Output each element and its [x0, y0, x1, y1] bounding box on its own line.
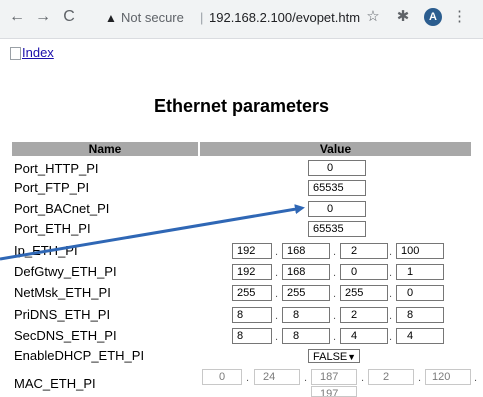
gateway-dot: . [333, 267, 337, 279]
ip-dot: . [333, 246, 337, 258]
netmask-dot: . [275, 288, 279, 300]
netmask-octet-1[interactable]: 255 [232, 285, 272, 301]
reload-icon[interactable]: C [60, 8, 78, 26]
ip-octet-3[interactable]: 2 [340, 243, 388, 259]
dhcp-select[interactable]: FALSE ▼ [308, 349, 360, 363]
security-status[interactable]: Not secure [121, 6, 184, 30]
netmask-dot: . [333, 288, 337, 300]
port-bacnet-input[interactable]: 0 [308, 201, 366, 217]
secdns-octet-3[interactable]: 4 [340, 328, 388, 344]
secdns-dot: . [389, 331, 393, 343]
label-secdns: SecDNS_ETH_PI [14, 328, 117, 343]
menu-icon[interactable]: ⋮ [452, 8, 467, 26]
mac-byte-4[interactable]: 2 [368, 369, 414, 385]
pridns-octet-4[interactable]: 8 [396, 307, 444, 323]
url-text[interactable]: 192.168.2.100/evopet.htm [209, 6, 360, 30]
label-port-eth: Port_ETH_PI [14, 221, 91, 236]
mac-dot: . [474, 372, 478, 384]
index-link[interactable]: Index [22, 45, 54, 60]
chevron-down-icon: ▼ [347, 352, 356, 362]
netmask-octet-4[interactable]: 0 [396, 285, 444, 301]
netmask-octet-3[interactable]: 255 [340, 285, 388, 301]
dhcp-select-value: FALSE [313, 351, 348, 363]
gateway-octet-3[interactable]: 0 [340, 264, 388, 280]
address-bar[interactable]: ▲ Not secure | 192.168.2.100/evopet.htm [97, 6, 397, 30]
mac-dot: . [304, 372, 308, 384]
ip-dot: . [275, 246, 279, 258]
port-ftp-input[interactable]: 65535 [308, 180, 366, 196]
label-port-ftp: Port_FTP_PI [14, 180, 90, 195]
pridns-octet-3[interactable]: 2 [340, 307, 388, 323]
pridns-dot: . [275, 310, 279, 322]
ip-octet-2[interactable]: 168 [282, 243, 330, 259]
mac-dot: . [246, 372, 250, 384]
avatar[interactable]: A [424, 8, 442, 26]
ip-octet-1[interactable]: 192 [232, 243, 272, 259]
secdns-octet-4[interactable]: 4 [396, 328, 444, 344]
pridns-octet-1[interactable]: 8 [232, 307, 272, 323]
secdns-dot: . [333, 331, 337, 343]
pridns-dot: . [333, 310, 337, 322]
label-netmask: NetMsk_ETH_PI [14, 285, 111, 300]
netmask-octet-2[interactable]: 255 [282, 285, 330, 301]
port-http-input[interactable]: 0 [308, 160, 366, 176]
secdns-dot: . [275, 331, 279, 343]
port-eth-input[interactable]: 65535 [308, 221, 366, 237]
mac-byte-3[interactable]: 187 [311, 369, 357, 385]
mac-dot: . [418, 372, 422, 384]
mac-byte-6[interactable]: 197 [311, 386, 357, 397]
secdns-octet-1[interactable]: 8 [232, 328, 272, 344]
mac-byte-2[interactable]: 24 [254, 369, 300, 385]
label-dhcp: EnableDHCP_ETH_PI [14, 348, 145, 363]
label-port-http: Port_HTTP_PI [14, 161, 99, 176]
browser-toolbar: ← → C ▲ Not secure | 192.168.2.100/evope… [0, 0, 483, 39]
label-port-bacnet: Port_BACnet_PI [14, 201, 110, 216]
netmask-dot: . [389, 288, 393, 300]
gateway-dot: . [275, 267, 279, 279]
gateway-dot: . [389, 267, 393, 279]
gateway-octet-1[interactable]: 192 [232, 264, 272, 280]
extensions-icon[interactable]: ✱ [394, 8, 412, 26]
column-header-value: Value [200, 142, 471, 156]
secdns-octet-2[interactable]: 8 [282, 328, 330, 344]
warning-icon[interactable]: ▲ [105, 6, 117, 30]
ip-dot: . [389, 246, 393, 258]
broken-image-icon[interactable] [10, 47, 21, 60]
gateway-octet-2[interactable]: 168 [282, 264, 330, 280]
label-mac: MAC_ETH_PI [14, 376, 96, 391]
mac-byte-5[interactable]: 120 [425, 369, 471, 385]
star-icon[interactable]: ☆ [364, 8, 382, 26]
address-separator: | [200, 10, 204, 25]
ip-octet-4[interactable]: 100 [396, 243, 444, 259]
pridns-octet-2[interactable]: 8 [282, 307, 330, 323]
pridns-dot: . [389, 310, 393, 322]
forward-icon[interactable]: → [34, 8, 52, 26]
mac-byte-1[interactable]: 0 [202, 369, 242, 385]
page-title: Ethernet parameters [153, 96, 330, 116]
gateway-octet-4[interactable]: 1 [396, 264, 444, 280]
mac-dot: . [361, 372, 365, 384]
label-ip: Ip_ETH_PI [14, 243, 78, 258]
column-header-name: Name [12, 142, 198, 156]
back-icon[interactable]: ← [8, 8, 26, 26]
label-gateway: DefGtwy_ETH_PI [14, 264, 117, 279]
label-pridns: PriDNS_ETH_PI [14, 307, 111, 322]
